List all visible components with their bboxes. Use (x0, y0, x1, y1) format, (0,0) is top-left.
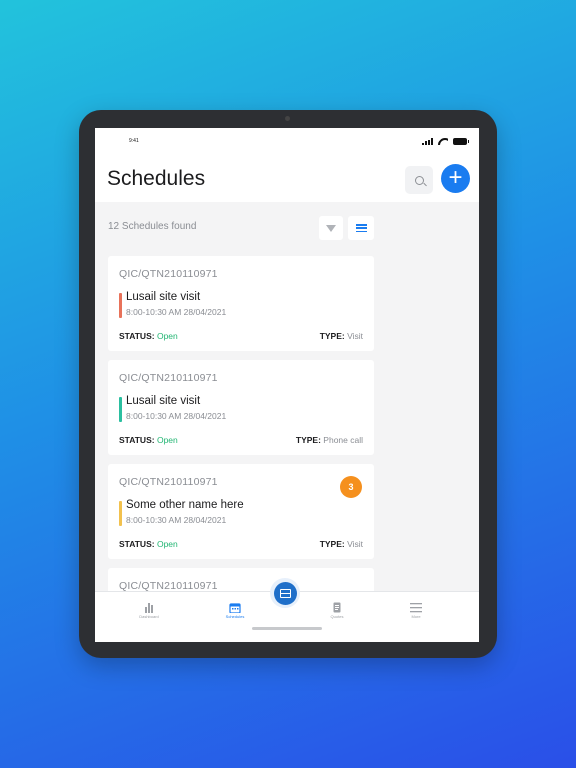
card-reference: QIC/QTN210110971 (119, 476, 218, 488)
card-color-bar (119, 397, 122, 422)
app-header: Schedules + (95, 158, 479, 202)
card-color-bar (119, 293, 122, 318)
card-reference: QIC/QTN210110971 (119, 372, 218, 384)
tasks-icon (279, 588, 291, 598)
bottom-tab-bar: Dashboard Schedules Quotes More (95, 578, 479, 642)
schedule-card[interactable]: QIC/QTN210110971 Lusail site visit 8:00-… (108, 360, 374, 455)
tab-label: Quotes (330, 614, 344, 619)
schedule-list-area: 12 Schedules found QIC/QTN210110971 Lusa… (95, 202, 479, 642)
filter-icon (326, 224, 336, 232)
card-title: Lusail site visit (126, 395, 201, 407)
card-title: Some other name here (126, 499, 244, 511)
tablet-frame: 9:41 Schedules + 12 Schedules found QIC/… (79, 110, 497, 658)
document-icon (331, 600, 343, 613)
card-type: TYPE: Phone call (295, 435, 363, 445)
plus-icon: + (448, 164, 463, 191)
search-icon (414, 175, 424, 185)
tab-dashboard[interactable]: Dashboard (119, 600, 179, 619)
card-time: 8:00-10:30 AM 28/04/2021 (126, 411, 227, 421)
search-button[interactable] (405, 166, 433, 194)
card-reference: QIC/QTN210110971 (119, 268, 218, 280)
app-screen: 9:41 Schedules + 12 Schedules found QIC/… (95, 128, 479, 642)
battery-icon (453, 138, 469, 145)
tab-more[interactable]: More (386, 600, 446, 619)
calendar-icon (229, 600, 241, 614)
list-icon (355, 224, 367, 232)
card-status: STATUS: Open (119, 435, 178, 445)
card-title: Lusail site visit (126, 291, 201, 303)
add-schedule-button[interactable]: + (441, 164, 470, 193)
page-title: Schedules (107, 167, 206, 190)
status-bar: 9:41 (95, 128, 479, 158)
tab-label: More (411, 614, 421, 619)
card-type: TYPE: Visit (319, 539, 363, 549)
tab-schedules[interactable]: Schedules (205, 600, 265, 619)
results-count: 12 Schedules found (108, 221, 197, 232)
center-action-button[interactable] (270, 578, 300, 608)
card-status: STATUS: Open (119, 331, 178, 341)
tab-label: Dashboard (139, 614, 159, 619)
signal-icon (422, 138, 433, 145)
schedule-card[interactable]: QIC/QTN210110971 3 Some other name here … (108, 464, 374, 559)
card-time: 8:00-10:30 AM 28/04/2021 (126, 307, 227, 317)
list-view-button[interactable] (348, 216, 374, 240)
status-time: 9:41 (129, 138, 139, 144)
card-color-bar (119, 501, 122, 526)
notification-badge: 3 (340, 476, 362, 498)
camera-dot (285, 116, 290, 121)
menu-icon (410, 600, 422, 613)
schedule-card[interactable]: QIC/QTN210110971 Lusail site visit 8:00-… (108, 256, 374, 351)
home-indicator[interactable] (252, 627, 322, 630)
filter-button[interactable] (319, 216, 343, 240)
tab-quotes[interactable]: Quotes (307, 600, 367, 619)
card-time: 8:00-10:30 AM 28/04/2021 (126, 515, 227, 525)
wifi-icon (438, 138, 448, 145)
bar-chart-icon (143, 600, 155, 613)
card-type: TYPE: Visit (319, 331, 363, 341)
card-status: STATUS: Open (119, 539, 178, 549)
status-icons (422, 138, 469, 145)
tab-label: Schedules (225, 614, 245, 619)
